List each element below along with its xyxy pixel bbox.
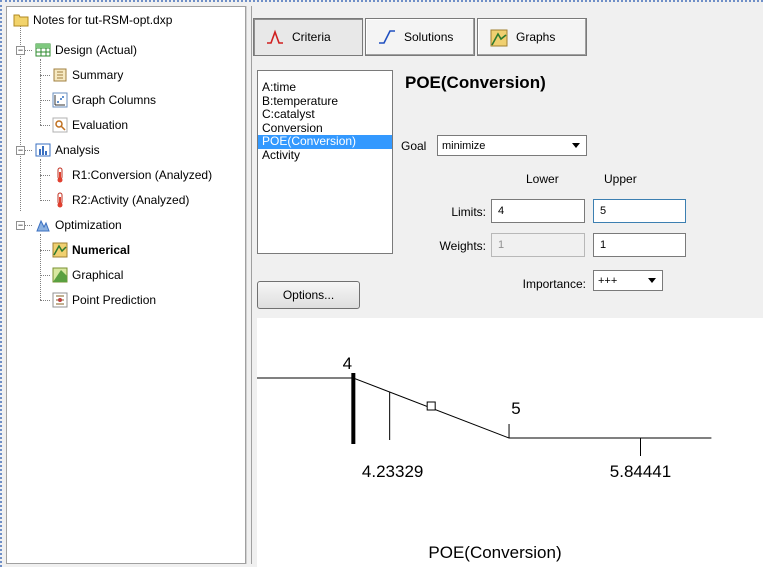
grid-icon xyxy=(35,42,51,58)
window-border-top xyxy=(0,0,763,3)
tree-item-label: R2:Activity (Analyzed) xyxy=(72,193,190,207)
tab-graphs[interactable]: Graphs xyxy=(477,18,587,56)
response-title: POE(Conversion) xyxy=(405,73,546,92)
response-listbox[interactable]: A:time B:temperature C:catalyst Conversi… xyxy=(257,70,393,254)
chevron-down-icon xyxy=(648,278,656,283)
graphs-icon xyxy=(490,29,508,47)
collapse-toggle[interactable]: − xyxy=(16,146,25,155)
tree-connector xyxy=(40,75,50,76)
tree-connector xyxy=(40,59,41,125)
tree-item-label: Numerical xyxy=(72,243,131,257)
tree-item-label: R1:Conversion (Analyzed) xyxy=(72,168,213,182)
list-item[interactable]: Activity xyxy=(258,148,392,163)
options-button[interactable]: Options... xyxy=(257,281,360,309)
list-item[interactable]: C:catalyst xyxy=(258,107,392,122)
tree-connector xyxy=(40,100,50,101)
tree-connector xyxy=(40,175,50,176)
tree-item-label: Graph Columns xyxy=(72,93,157,107)
optimization-icon xyxy=(35,217,51,233)
limits-upper-input[interactable]: 5 xyxy=(593,199,686,223)
tree-item-label: Summary xyxy=(72,68,124,82)
tab-criteria[interactable]: Criteria xyxy=(253,18,363,56)
magnifier-icon xyxy=(52,117,68,133)
goal-dropdown[interactable]: minimize xyxy=(437,135,587,156)
importance-label: Importance: xyxy=(522,277,586,291)
criteria-peak-icon xyxy=(266,29,283,45)
tree-connector xyxy=(40,159,41,201)
list-item[interactable]: Conversion xyxy=(258,121,392,136)
tab-label: Graphs xyxy=(516,30,556,44)
tree-connector xyxy=(40,234,41,300)
desirability-ramp-line xyxy=(257,377,712,439)
summary-icon xyxy=(52,67,68,83)
tree-connector xyxy=(40,250,50,251)
tree-item-label: Point Prediction xyxy=(72,293,157,307)
tree-item-label: Design (Actual) xyxy=(55,43,138,57)
data-max-label: 5.84441 xyxy=(610,462,671,481)
point-prediction-icon xyxy=(52,292,68,308)
tab-label: Criteria xyxy=(292,30,331,44)
tab-bar: Criteria Solutions Graphs xyxy=(253,18,589,56)
tree-item-label: Optimization xyxy=(55,218,122,232)
limits-lower-input[interactable]: 4 xyxy=(491,199,585,223)
upper-limit-label: 5 xyxy=(511,399,520,418)
x-axis-label: POE(Conversion) xyxy=(428,543,561,562)
goal-label: Goal xyxy=(401,139,427,153)
window-border-left xyxy=(0,0,3,567)
tree-item-label: Graphical xyxy=(72,268,124,282)
tree-item-label: Analysis xyxy=(55,143,100,157)
navigation-tree[interactable]: Notes for tut-RSM-opt.dxp − Design (Actu… xyxy=(6,6,246,564)
lower-header: Lower xyxy=(526,172,559,186)
ramp-handle-marker xyxy=(426,401,436,411)
tree-item-evaluation[interactable]: Evaluation xyxy=(52,116,128,134)
graphical-overlay-icon xyxy=(52,267,68,283)
list-item[interactable]: B:temperature xyxy=(258,94,392,109)
tree-connector xyxy=(40,300,50,301)
thermometer-icon xyxy=(52,167,68,183)
scatter-graph-icon xyxy=(52,92,68,108)
solutions-ramp-icon xyxy=(378,29,395,45)
thermometer-icon xyxy=(52,192,68,208)
tree-item-root[interactable]: Notes for tut-RSM-opt.dxp xyxy=(13,11,172,29)
tree-item-summary[interactable]: Summary xyxy=(52,66,123,84)
desirability-graph: 4 5 4.23329 5.84441 POE(Conversion) xyxy=(257,318,763,567)
tab-label: Solutions xyxy=(404,30,454,44)
tree-connector xyxy=(40,125,50,126)
goal-value: minimize xyxy=(442,139,486,152)
tree-connector xyxy=(40,275,50,276)
tab-solutions[interactable]: Solutions xyxy=(365,18,475,56)
upper-header: Upper xyxy=(604,172,637,186)
list-item[interactable]: A:time xyxy=(258,80,392,95)
tree-item-numerical[interactable]: Numerical xyxy=(52,241,130,259)
analysis-icon xyxy=(35,142,51,158)
tree-item-r1[interactable]: R1:Conversion (Analyzed) xyxy=(52,166,212,184)
tree-item-optimization[interactable]: Optimization xyxy=(35,216,122,234)
weights-label: Weights: xyxy=(439,239,486,253)
tree-item-label: Evaluation xyxy=(72,118,129,132)
desirability-chart: 4 5 4.23329 5.84441 POE(Conversion) xyxy=(257,354,712,562)
tree-item-graph-columns[interactable]: Graph Columns xyxy=(52,91,156,109)
collapse-toggle[interactable]: − xyxy=(16,221,25,230)
tree-item-design[interactable]: Design (Actual) xyxy=(35,41,137,59)
tree-item-point-prediction[interactable]: Point Prediction xyxy=(52,291,156,309)
pane-splitter[interactable] xyxy=(246,6,252,564)
tree-item-label: Notes for tut-RSM-opt.dxp xyxy=(33,13,173,27)
tree-item-graphical[interactable]: Graphical xyxy=(52,266,123,284)
importance-value: +++ xyxy=(598,274,618,287)
data-min-label: 4.23329 xyxy=(362,462,423,481)
importance-dropdown[interactable]: +++ xyxy=(593,270,663,291)
tree-connector xyxy=(40,200,50,201)
weights-lower-input: 1 xyxy=(491,233,585,257)
collapse-toggle[interactable]: − xyxy=(16,46,25,55)
lower-limit-label: 4 xyxy=(343,354,352,373)
tree-item-r2[interactable]: R2:Activity (Analyzed) xyxy=(52,191,189,209)
numerical-ramp-icon xyxy=(52,242,68,258)
weights-upper-input[interactable]: 1 xyxy=(593,233,686,257)
folder-icon xyxy=(13,12,29,28)
list-item-selected[interactable]: POE(Conversion) xyxy=(258,134,392,149)
tree-item-analysis[interactable]: Analysis xyxy=(35,141,100,159)
chevron-down-icon xyxy=(572,143,580,148)
limits-label: Limits: xyxy=(451,205,486,219)
